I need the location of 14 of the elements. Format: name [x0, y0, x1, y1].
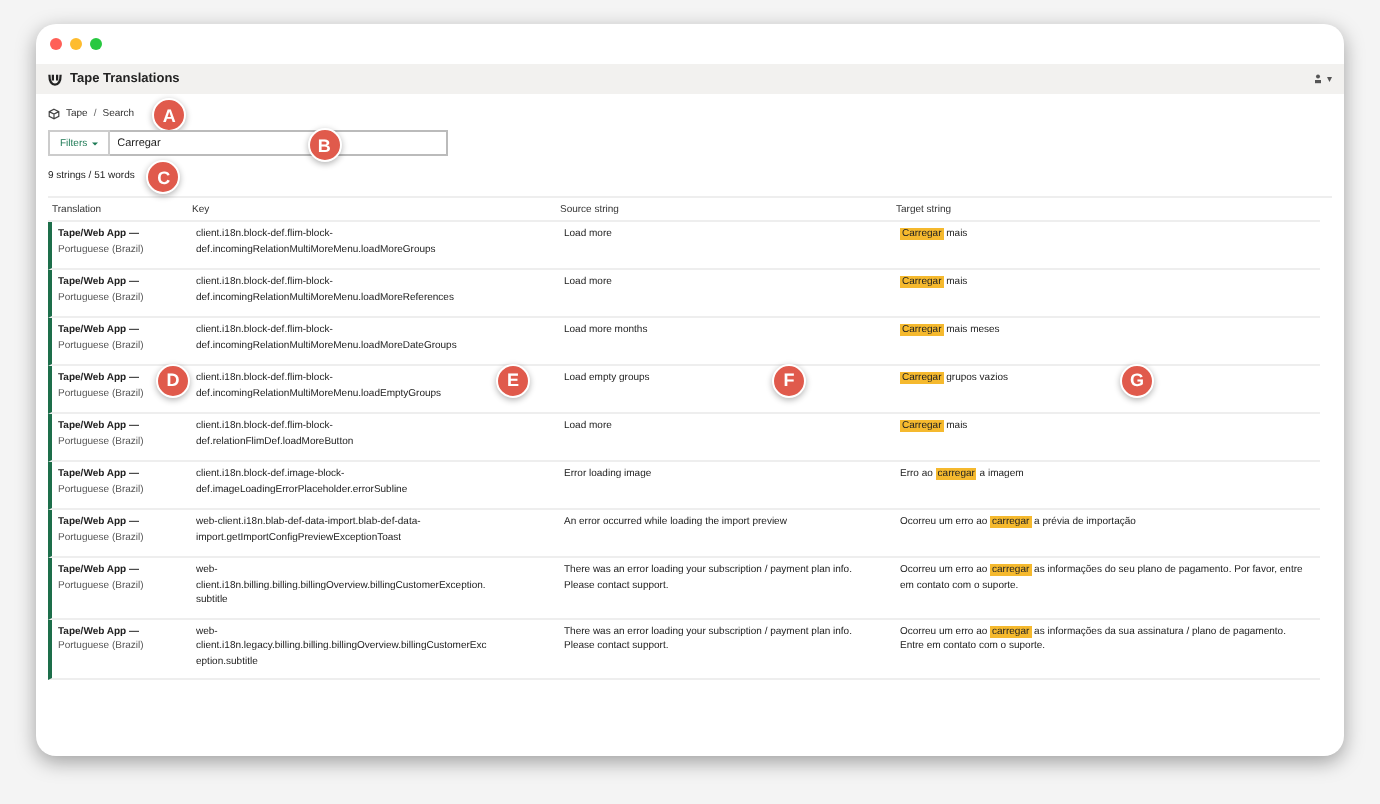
user-icon	[1314, 74, 1323, 84]
callout-marker: F	[772, 364, 806, 398]
close-button[interactable]	[50, 38, 62, 50]
callout-marker: G	[1120, 364, 1154, 398]
zoom-button[interactable]	[90, 38, 102, 50]
caret-icon	[91, 141, 98, 145]
callout-marker: A	[152, 98, 187, 132]
callout-marker: D	[156, 364, 190, 398]
callout-marker: B	[307, 128, 342, 162]
cube-icon	[48, 108, 60, 120]
logo-icon	[48, 72, 62, 86]
callout-marker: C	[146, 160, 181, 194]
callout-marker: E	[496, 364, 530, 398]
minimize-button[interactable]	[70, 38, 82, 50]
